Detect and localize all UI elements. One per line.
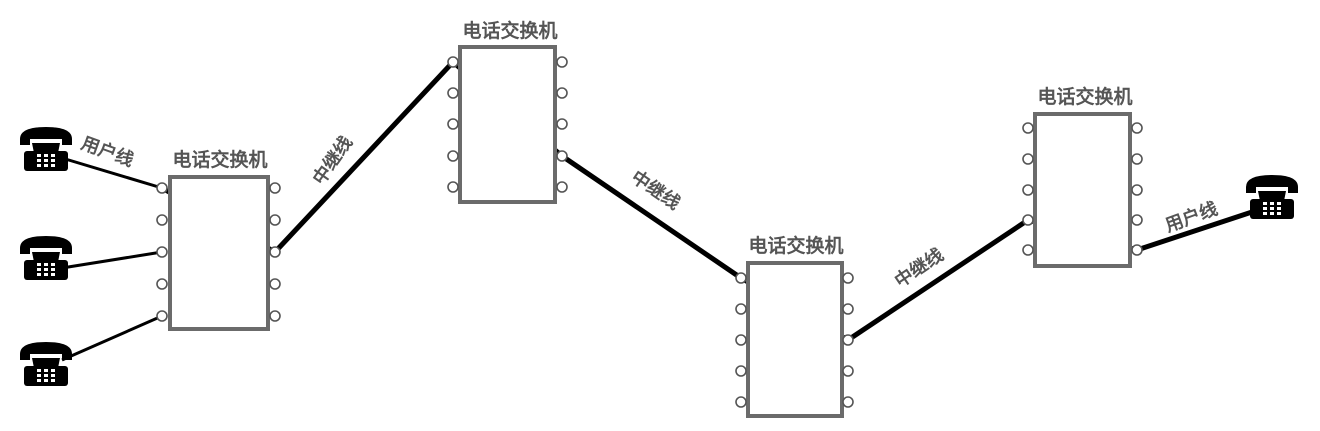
telephone-icon bbox=[20, 342, 72, 386]
switch-1-ports-left bbox=[156, 182, 168, 322]
switch-3-ports-right bbox=[842, 272, 854, 408]
telephone-switch-3: 电话交换机 bbox=[735, 234, 854, 418]
trunk-line-1 bbox=[273, 60, 455, 254]
switch-1-title: 电话交换机 bbox=[172, 148, 267, 171]
telephone-switch-2: 电话交换机 bbox=[447, 19, 568, 204]
telephone-switch-1: 电话交换机 bbox=[156, 148, 281, 331]
trunk-line-label-3: 中继线 bbox=[890, 244, 947, 292]
switch-3-ports-left bbox=[735, 272, 747, 408]
telephone-network-diagram: 电话交换机 电话交换机 电话交换机 电话交换机 用户线 中继线 中继线 中继线 … bbox=[20, 19, 1298, 418]
switch-1-ports-right bbox=[269, 182, 281, 322]
user-line-phone-3 bbox=[61, 314, 163, 362]
switch-2-ports-left bbox=[447, 56, 459, 193]
trunk-line-3 bbox=[846, 217, 1030, 343]
telephone-icon bbox=[1246, 175, 1298, 219]
telephone-icon bbox=[20, 236, 72, 280]
switch-2-ports-right bbox=[556, 56, 568, 193]
switch-2-title: 电话交换机 bbox=[462, 19, 557, 42]
switch-4-ports-left bbox=[1022, 122, 1034, 256]
switch-3-title: 电话交换机 bbox=[748, 234, 843, 257]
user-line-phone-2 bbox=[61, 250, 163, 270]
telephone-icon bbox=[20, 127, 72, 171]
switch-4-ports-right bbox=[1131, 122, 1143, 256]
trunk-line-label-1: 中继线 bbox=[308, 132, 357, 189]
switch-4-title: 电话交换机 bbox=[1037, 85, 1132, 108]
telephone-switch-4: 电话交换机 bbox=[1022, 85, 1143, 268]
